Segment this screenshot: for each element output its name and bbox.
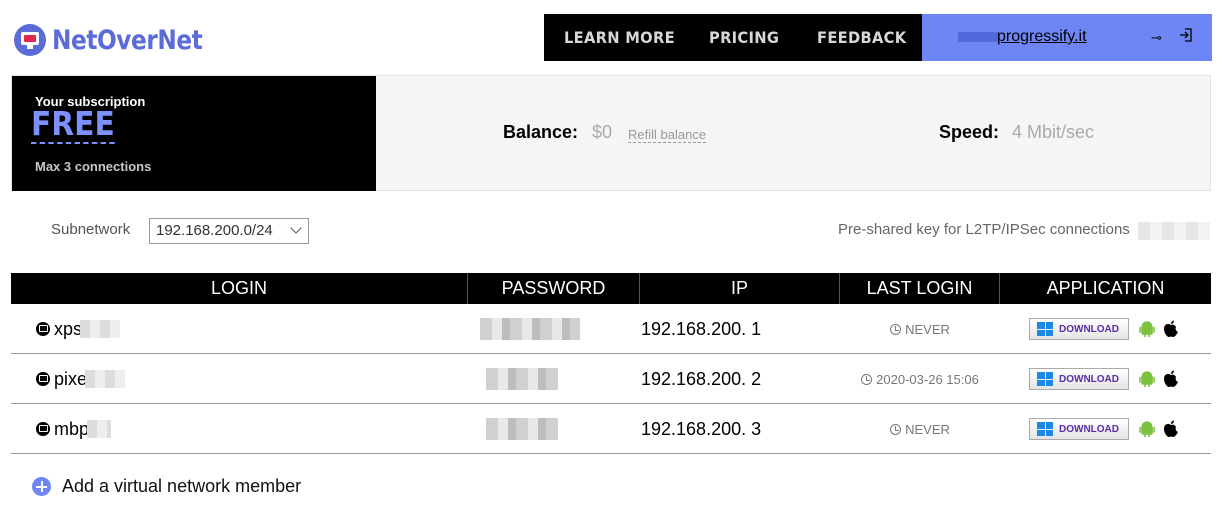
chevron-down-icon bbox=[290, 222, 302, 234]
last-login-cell: NEVER bbox=[840, 404, 1000, 454]
login-name: pixe bbox=[54, 368, 88, 389]
password-cell[interactable] bbox=[468, 304, 640, 354]
ip-cell: 192.168.200. 2 bbox=[641, 354, 841, 404]
max-connections: Max 3 connections bbox=[35, 159, 152, 174]
subnetwork-value: 192.168.200.0/24 bbox=[156, 222, 273, 239]
last-login-value: NEVER bbox=[905, 321, 950, 337]
monitor-logo-icon bbox=[14, 24, 46, 56]
header-ip: IP bbox=[640, 273, 840, 304]
download-label: DOWNLOAD bbox=[1059, 423, 1119, 435]
clock-icon bbox=[890, 423, 902, 435]
logout-icon[interactable] bbox=[1179, 28, 1193, 42]
login-redacted bbox=[87, 420, 112, 438]
table-row: xps 192.168.200. 1 NEVER DOWNLOAD bbox=[11, 304, 1211, 354]
password-redacted bbox=[486, 368, 558, 390]
ip-value: 192.168.200. 1 bbox=[641, 318, 762, 339]
login-redacted bbox=[80, 320, 121, 338]
login-name: mbp bbox=[54, 418, 90, 439]
table-header: LOGIN PASSWORD IP LAST LOGIN APPLICATION bbox=[11, 273, 1211, 304]
apple-icon[interactable] bbox=[1163, 420, 1179, 438]
apple-icon[interactable] bbox=[1163, 320, 1179, 338]
table-row: mbp 192.168.200. 3 NEVER DOWNLOAD bbox=[11, 404, 1211, 454]
last-login-value: 2020-03-26 15:06 bbox=[876, 371, 979, 387]
ip-cell: 192.168.200. 3 bbox=[641, 404, 841, 454]
user-email-link[interactable]: progressify.it bbox=[997, 28, 1087, 46]
windows-download-button[interactable]: DOWNLOAD bbox=[1029, 368, 1129, 390]
ip-value: 192.168.200. 2 bbox=[641, 368, 762, 389]
login-cell[interactable]: pixe bbox=[11, 354, 468, 404]
plus-circle-icon bbox=[32, 477, 51, 496]
redacted-email-prefix bbox=[958, 32, 998, 42]
clock-icon bbox=[890, 323, 902, 335]
device-icon bbox=[36, 372, 50, 386]
balance-value: $0 bbox=[592, 122, 613, 142]
members-table: LOGIN PASSWORD IP LAST LOGIN APPLICATION… bbox=[11, 273, 1211, 454]
login-cell[interactable]: mbp bbox=[11, 404, 468, 454]
apple-icon[interactable] bbox=[1163, 370, 1179, 388]
psk-value-redacted[interactable] bbox=[1138, 222, 1210, 240]
application-cell: DOWNLOAD bbox=[1029, 304, 1219, 354]
android-icon[interactable] bbox=[1139, 421, 1155, 437]
android-icon[interactable] bbox=[1139, 321, 1155, 337]
ip-value: 192.168.200. 3 bbox=[641, 418, 762, 439]
user-box: progressify.it ⊸ bbox=[922, 14, 1212, 61]
psk-label: Pre-shared key for L2TP/IPSec connection… bbox=[838, 221, 1130, 238]
header-login: LOGIN bbox=[11, 273, 468, 304]
windows-download-button[interactable]: DOWNLOAD bbox=[1029, 418, 1129, 440]
clock-icon bbox=[861, 373, 873, 385]
nav-learn-more[interactable]: LEARN MORE bbox=[564, 28, 675, 47]
nav-pricing[interactable]: PRICING bbox=[709, 28, 779, 47]
password-redacted bbox=[480, 318, 580, 340]
android-icon[interactable] bbox=[1139, 371, 1155, 387]
windows-icon bbox=[1037, 372, 1053, 386]
key-icon[interactable]: ⊸ bbox=[1151, 30, 1162, 46]
refill-balance-link[interactable]: Refill balance bbox=[628, 127, 707, 143]
subscription-panel: Your subscription FREE Max 3 connections… bbox=[11, 75, 1211, 191]
nav-feedback[interactable]: FEEDBACK bbox=[817, 28, 906, 47]
application-cell: DOWNLOAD bbox=[1029, 354, 1219, 404]
top-nav: LEARN MORE PRICING FEEDBACK bbox=[544, 14, 922, 61]
subscription-plan-link[interactable]: FREE bbox=[31, 106, 115, 144]
download-label: DOWNLOAD bbox=[1059, 323, 1119, 335]
last-login-cell: 2020-03-26 15:06 bbox=[840, 354, 1000, 404]
download-label: DOWNLOAD bbox=[1059, 373, 1119, 385]
password-cell[interactable] bbox=[468, 404, 640, 454]
logo[interactable]: NetOverNet bbox=[14, 24, 227, 56]
last-login-cell: NEVER bbox=[840, 304, 1000, 354]
password-cell[interactable] bbox=[468, 354, 640, 404]
password-redacted bbox=[486, 418, 558, 440]
login-redacted bbox=[85, 370, 126, 388]
speed-value: 4 Mbit/sec bbox=[1012, 122, 1095, 142]
balance-label: Balance: bbox=[503, 122, 579, 142]
device-icon bbox=[36, 322, 50, 336]
table-row: pixe 192.168.200. 2 2020-03-26 15:06 DOW… bbox=[11, 354, 1211, 404]
subnetwork-label: Subnetwork bbox=[51, 221, 131, 238]
windows-download-button[interactable]: DOWNLOAD bbox=[1029, 318, 1129, 340]
subnetwork-select[interactable]: 192.168.200.0/24 bbox=[149, 218, 309, 244]
device-icon bbox=[36, 422, 50, 436]
login-name: xps bbox=[54, 318, 83, 339]
last-login-value: NEVER bbox=[905, 421, 950, 437]
add-member-label: Add a virtual network member bbox=[62, 476, 302, 496]
ip-cell: 192.168.200. 1 bbox=[641, 304, 841, 354]
header-application: APPLICATION bbox=[1046, 278, 1165, 298]
logo-text: NetOverNet bbox=[52, 24, 203, 56]
add-member-button[interactable]: Add a virtual network member bbox=[32, 476, 301, 497]
login-cell[interactable]: xps bbox=[11, 304, 468, 354]
speed-label: Speed: bbox=[939, 122, 1000, 142]
header-password: PASSWORD bbox=[468, 273, 640, 304]
header: NetOverNet LEARN MORE PRICING FEEDBACK p… bbox=[0, 0, 1222, 75]
windows-icon bbox=[1037, 422, 1053, 436]
application-cell: DOWNLOAD bbox=[1029, 404, 1219, 454]
subscription-box: Your subscription FREE Max 3 connections bbox=[12, 76, 376, 191]
header-last-login: LAST LOGIN bbox=[840, 273, 1000, 304]
windows-icon bbox=[1037, 322, 1053, 336]
